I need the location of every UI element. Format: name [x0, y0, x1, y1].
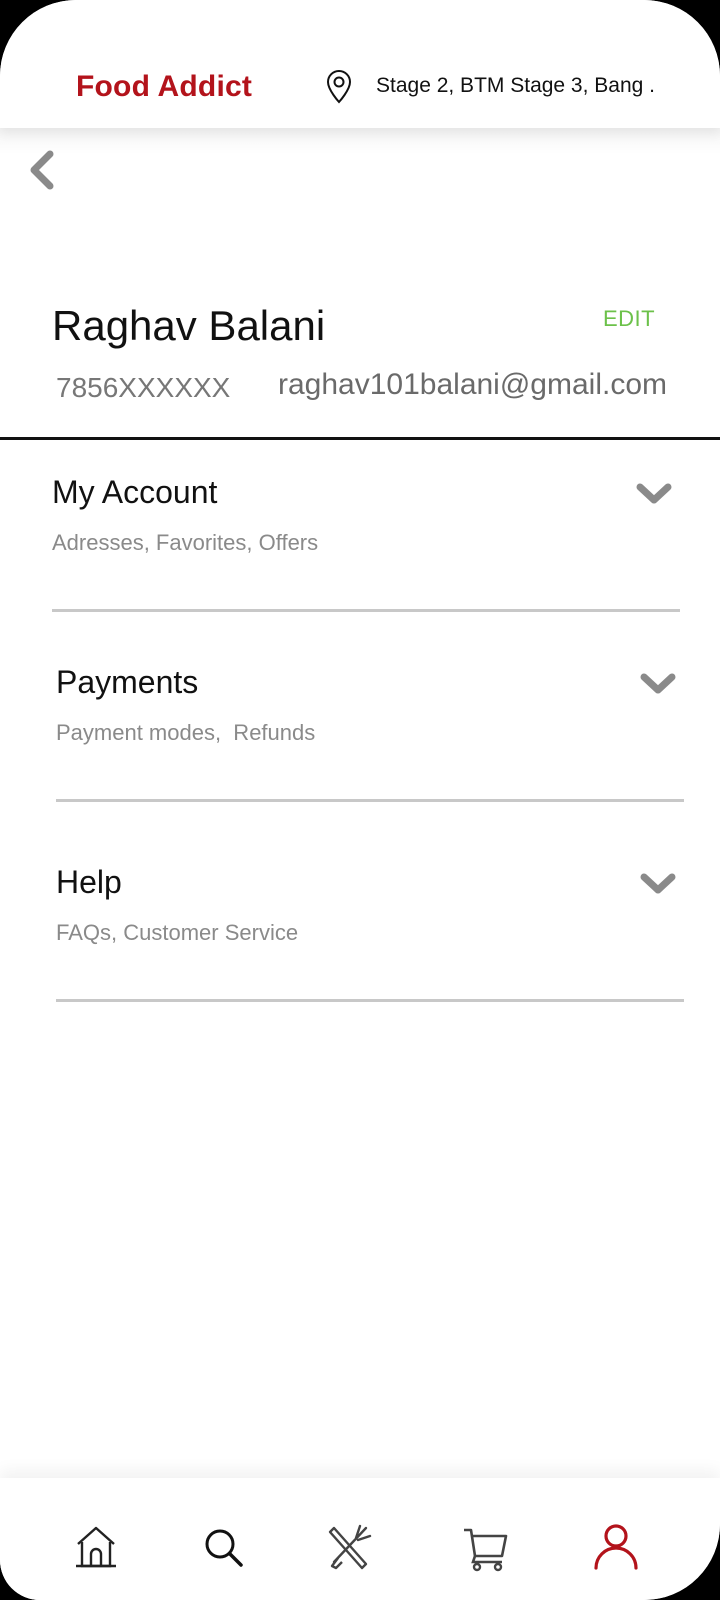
cart-icon[interactable] [462, 1522, 510, 1572]
section-title: Help [56, 864, 122, 900]
chevron-down-icon[interactable] [636, 482, 672, 506]
back-chevron-left-icon[interactable] [24, 148, 60, 192]
app-header: Food Addict Stage 2, BTM Stage 3, Bang .… [0, 0, 720, 128]
brand-logo-text[interactable]: Food Addict [76, 70, 252, 104]
user-icon[interactable] [592, 1522, 640, 1572]
section-title: Payments [56, 664, 199, 700]
map-pin-icon[interactable] [324, 70, 354, 104]
section-title: My Account [52, 474, 218, 510]
section-my-account[interactable]: My Account Adresses, Favorites, Offers [52, 474, 678, 614]
section-subtitle: Adresses, Favorites, Offers [52, 530, 319, 555]
section-divider [56, 799, 684, 802]
profile-phone: 7856XXXXXX [56, 372, 231, 403]
delivery-location[interactable]: Stage 2, BTM Stage 3, Bang ... [376, 74, 656, 98]
bottom-navigation [0, 1478, 720, 1600]
edit-profile-button[interactable]: EDIT [603, 306, 655, 332]
section-divider [56, 999, 684, 1002]
section-subtitle: FAQs, Customer Service [56, 920, 299, 945]
profile-divider [0, 437, 720, 440]
section-subtitle: Payment modes, Refunds [56, 720, 316, 745]
fork-knife-icon[interactable] [326, 1522, 374, 1572]
search-icon[interactable] [200, 1522, 248, 1572]
chevron-down-icon[interactable] [640, 872, 676, 896]
profile-name: Raghav Balani [52, 302, 326, 349]
profile-email: raghav101balani@gmail.com [278, 368, 668, 401]
home-icon[interactable] [72, 1522, 120, 1572]
chevron-down-icon[interactable] [640, 672, 676, 696]
app-screen: Food Addict Stage 2, BTM Stage 3, Bang .… [0, 0, 720, 1600]
section-divider [52, 609, 680, 612]
header-shadow [0, 128, 720, 154]
section-payments[interactable]: Payments Payment modes, Refunds [56, 664, 682, 804]
section-help[interactable]: Help FAQs, Customer Service [56, 864, 682, 1004]
